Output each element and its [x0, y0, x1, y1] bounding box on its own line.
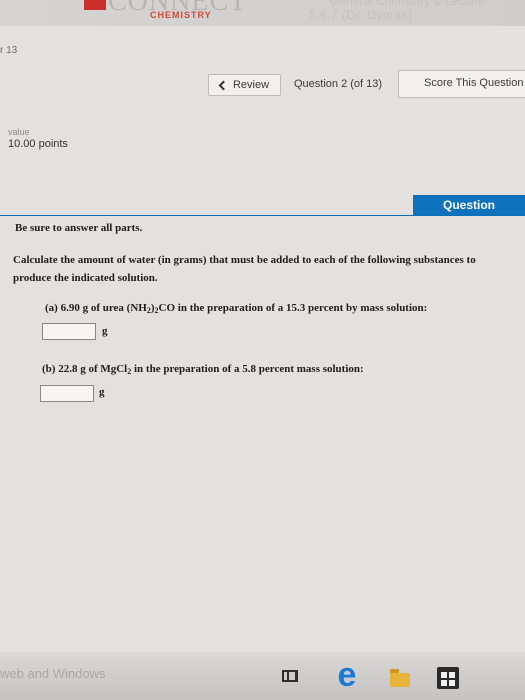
part-b-unit: g [99, 386, 105, 398]
task-view-icon[interactable] [282, 670, 298, 682]
part-a-text: (a) 6.90 g of urea (NH2)2CO in the prepa… [45, 302, 428, 315]
part-b-answer-input[interactable] [40, 385, 94, 402]
file-explorer-icon[interactable] [390, 669, 410, 687]
score-question-button[interactable]: Score This Question [398, 70, 525, 98]
tab-question[interactable]: Question [413, 195, 525, 215]
chevron-left-icon [218, 80, 229, 90]
part-a-answer-input[interactable] [42, 323, 96, 340]
question-divider [0, 215, 525, 216]
brand-mark [84, 0, 106, 10]
question-position: Question 2 (of 13) [294, 78, 383, 90]
brand-subtitle: CHEMISTRY [150, 10, 212, 20]
instruction-text: Be sure to answer all parts. [15, 222, 143, 234]
part-a-unit: g [102, 325, 108, 337]
edge-browser-icon[interactable]: e [332, 658, 362, 692]
course-title: General Chemistry & Lecture [330, 0, 485, 8]
value-label: value [8, 127, 30, 137]
store-icon[interactable] [437, 667, 459, 689]
course-section: 5.6.7 (Dr. Dvorak) [309, 8, 413, 22]
question-number: r 13 [0, 45, 18, 56]
review-label: Review [232, 79, 270, 91]
points-value: 10.00 points [8, 138, 68, 150]
part-b-text: (b) 22.8 g of MgCl2 in the preparation o… [42, 363, 364, 376]
review-button[interactable]: Review [208, 74, 281, 96]
top-bar: CONNECT CHEMISTRY General Chemistry & Le… [0, 0, 525, 26]
taskbar-search[interactable]: web and Windows [0, 666, 106, 681]
question-prompt: Calculate the amount of water (in grams)… [13, 254, 476, 284]
